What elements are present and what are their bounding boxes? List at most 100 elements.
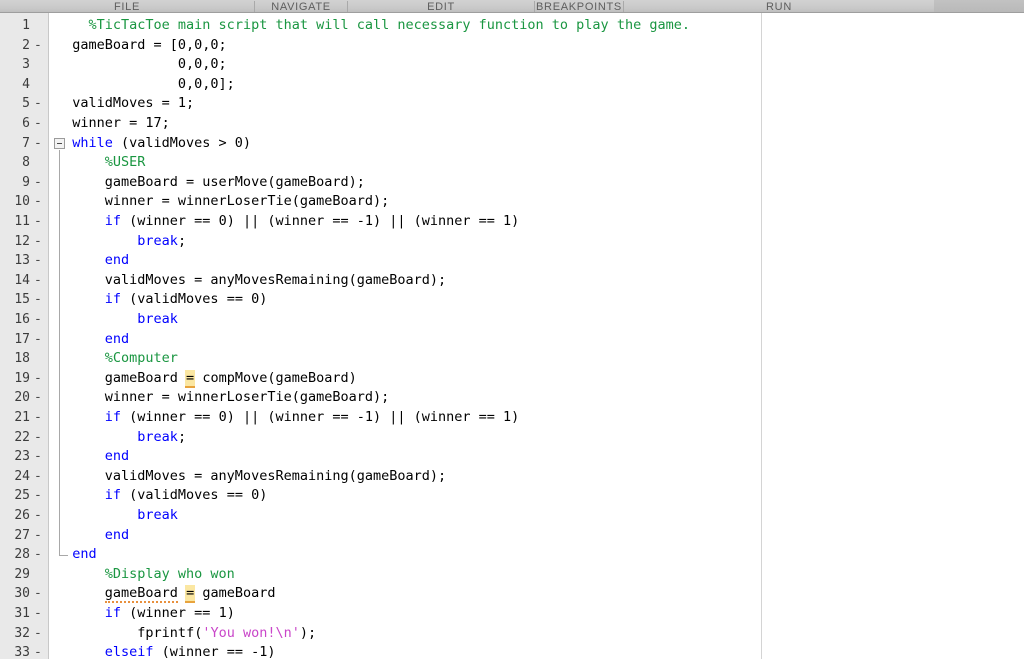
executable-line-marker[interactable]: - [34, 388, 42, 408]
executable-line-marker[interactable]: - [34, 526, 42, 546]
code-line[interactable]: 29 %Display who won [0, 565, 1024, 585]
line-number: 13 [14, 253, 30, 269]
code-text[interactable]: while (validMoves > 0) [72, 134, 251, 154]
code-text[interactable]: gameBoard = gameBoard [104, 584, 275, 604]
code-token-plain: validMoves = 1; [72, 95, 195, 112]
executable-line-marker[interactable]: - [34, 192, 42, 212]
executable-line-marker[interactable]: - [34, 114, 42, 134]
code-text[interactable]: end [105, 330, 129, 350]
code-editor[interactable]: 1 %TicTacToe main script that will call n… [0, 13, 1024, 660]
code-line[interactable]: 30- gameBoard = gameBoard [0, 584, 1024, 604]
code-text[interactable]: fprintf('You won!\n'); [137, 624, 316, 644]
code-line[interactable]: 14- validMoves = anyMovesRemaining(gameBo… [0, 271, 1024, 291]
executable-line-marker[interactable]: - [34, 506, 42, 526]
code-text[interactable]: end [72, 545, 96, 565]
code-line[interactable]: 16- break [0, 310, 1024, 330]
executable-line-marker[interactable]: - [34, 330, 42, 350]
code-text[interactable]: break [137, 506, 178, 526]
code-line[interactable]: 4 0,0,0]; [0, 75, 1024, 95]
code-text[interactable]: %Computer [105, 349, 178, 369]
code-text[interactable]: end [105, 251, 129, 271]
code-line[interactable]: 7- while (validMoves > 0) [0, 134, 1024, 154]
executable-line-marker[interactable]: - [34, 447, 42, 467]
executable-line-marker[interactable]: - [34, 251, 42, 271]
executable-line-marker[interactable]: - [34, 428, 42, 448]
code-line[interactable]: 20- winner = winnerLoserTie(gameBoard); [0, 388, 1024, 408]
code-line[interactable]: 17- end [0, 330, 1024, 350]
code-text[interactable]: break; [137, 232, 186, 252]
code-line[interactable]: 10- winner = winnerLoserTie(gameBoard); [0, 192, 1024, 212]
code-line[interactable]: 6- winner = 17; [0, 114, 1024, 134]
code-line[interactable]: 11- if (winner == 0) || (winner == -1) ||… [0, 212, 1024, 232]
code-token-kw: end [104, 330, 130, 347]
code-text[interactable]: end [105, 526, 129, 546]
code-line[interactable]: 3 0,0,0; [0, 55, 1024, 75]
line-number: 27 [14, 527, 30, 543]
code-text[interactable]: %TicTacToe main script that will call ne… [89, 16, 690, 36]
code-text[interactable]: break [137, 310, 178, 330]
executable-line-marker[interactable]: - [34, 584, 42, 604]
code-line[interactable]: 15- if (validMoves == 0) [0, 290, 1024, 310]
code-line[interactable]: 12- break; [0, 232, 1024, 252]
code-token-kw: if [104, 487, 122, 504]
code-line[interactable]: 32- fprintf('You won!\n'); [0, 624, 1024, 644]
code-text[interactable]: 0,0,0]; [72, 75, 235, 95]
code-text[interactable]: winner = 17; [72, 114, 170, 134]
code-text[interactable]: if (validMoves == 0) [105, 486, 268, 506]
executable-line-marker[interactable]: - [34, 290, 42, 310]
code-line[interactable]: 13- end [0, 251, 1024, 271]
code-line[interactable]: 33- elseif (winner == -1) [0, 643, 1024, 663]
executable-line-marker[interactable]: - [34, 173, 42, 193]
executable-line-marker[interactable]: - [34, 486, 42, 506]
code-text[interactable]: gameBoard = [0,0,0; [72, 36, 226, 56]
code-line[interactable]: 5- validMoves = 1; [0, 94, 1024, 114]
code-line[interactable]: 27- end [0, 526, 1024, 546]
code-text[interactable]: if (winner == 1) [105, 604, 235, 624]
code-token-kw: end [104, 252, 130, 269]
executable-line-marker[interactable]: - [34, 310, 42, 330]
code-text[interactable]: validMoves = anyMovesRemaining(gameBoard… [105, 271, 446, 291]
code-text[interactable]: validMoves = 1; [72, 94, 194, 114]
code-text[interactable]: winner = winnerLoserTie(gameBoard); [105, 192, 389, 212]
executable-line-marker[interactable]: - [34, 545, 42, 565]
code-line[interactable]: 18 %Computer [0, 349, 1024, 369]
executable-line-marker[interactable]: - [34, 232, 42, 252]
code-text[interactable]: elseif (winner == -1) [105, 643, 276, 663]
code-line[interactable]: 2- gameBoard = [0,0,0; [0, 36, 1024, 56]
code-line[interactable]: 19- gameBoard = compMove(gameBoard) [0, 369, 1024, 389]
code-text[interactable]: gameBoard = userMove(gameBoard); [105, 173, 365, 193]
code-text[interactable]: gameBoard = compMove(gameBoard) [105, 369, 357, 389]
code-text[interactable]: if (winner == 0) || (winner == -1) || (w… [105, 408, 520, 428]
code-text[interactable]: if (validMoves == 0) [105, 290, 268, 310]
executable-line-marker[interactable]: - [34, 408, 42, 428]
code-text[interactable]: %USER [105, 153, 146, 173]
code-line[interactable]: 9- gameBoard = userMove(gameBoard); [0, 173, 1024, 193]
code-text[interactable]: if (winner == 0) || (winner == -1) || (w… [105, 212, 520, 232]
code-text[interactable]: %Display who won [105, 565, 235, 585]
code-line[interactable]: 1 %TicTacToe main script that will call n… [0, 16, 1024, 36]
executable-line-marker[interactable]: - [34, 369, 42, 389]
code-text[interactable]: break; [137, 428, 186, 448]
code-line[interactable]: 28- end [0, 545, 1024, 565]
code-text[interactable]: 0,0,0; [72, 55, 227, 75]
code-text[interactable]: winner = winnerLoserTie(gameBoard); [105, 388, 389, 408]
executable-line-marker[interactable]: - [34, 271, 42, 291]
code-text[interactable]: validMoves = anyMovesRemaining(gameBoard… [105, 467, 446, 487]
executable-line-marker[interactable]: - [34, 604, 42, 624]
executable-line-marker[interactable]: - [34, 624, 42, 644]
code-text[interactable]: end [105, 447, 129, 467]
executable-line-marker[interactable]: - [34, 212, 42, 232]
executable-line-marker[interactable]: - [34, 36, 42, 56]
code-line[interactable]: 24- validMoves = anyMovesRemaining(gameBo… [0, 467, 1024, 487]
executable-line-marker[interactable]: - [34, 134, 42, 154]
code-line[interactable]: 31- if (winner == 1) [0, 604, 1024, 624]
executable-line-marker[interactable]: - [34, 94, 42, 114]
code-line[interactable]: 22- break; [0, 428, 1024, 448]
executable-line-marker[interactable]: - [34, 467, 42, 487]
code-line[interactable]: 8 %USER [0, 153, 1024, 173]
code-line[interactable]: 21- if (winner == 0) || (winner == -1) ||… [0, 408, 1024, 428]
executable-line-marker[interactable]: - [34, 643, 42, 663]
code-line[interactable]: 26- break [0, 506, 1024, 526]
code-line[interactable]: 23- end [0, 447, 1024, 467]
code-line[interactable]: 25- if (validMoves == 0) [0, 486, 1024, 506]
